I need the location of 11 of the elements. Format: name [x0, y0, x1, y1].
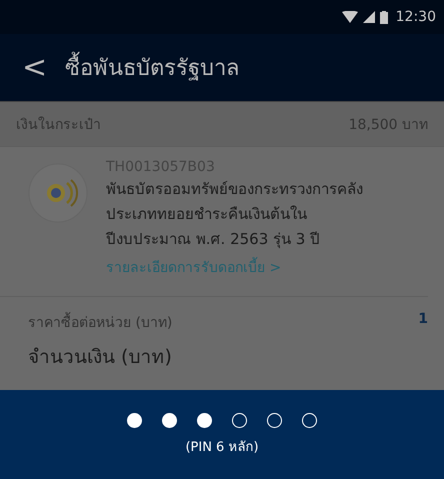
signal-icon	[362, 11, 375, 23]
price-label: ราคาซื้อต่อหน่วย (บาท)	[28, 311, 172, 333]
amount-label: จำนวนเงิน (บาท)	[27, 345, 173, 370]
back-button[interactable]: <	[18, 52, 52, 82]
wifi-icon	[342, 11, 358, 23]
status-time: 12:30	[396, 9, 436, 25]
battery-icon	[380, 10, 388, 24]
pin-hint: (PIN 6 หลัก)	[185, 438, 259, 456]
bond-name: พันธบัตรออมทรัพย์ของกระทรวงการคลังประเภททยอยชำระคืนเงินต้นในปีงบประมาณ พ.ศ. 2563 รุ่น 3 ปี	[106, 179, 364, 250]
price-value: 1	[418, 311, 428, 329]
page-title: ซื้อพันธบัตรรัฐบาล	[65, 50, 240, 85]
